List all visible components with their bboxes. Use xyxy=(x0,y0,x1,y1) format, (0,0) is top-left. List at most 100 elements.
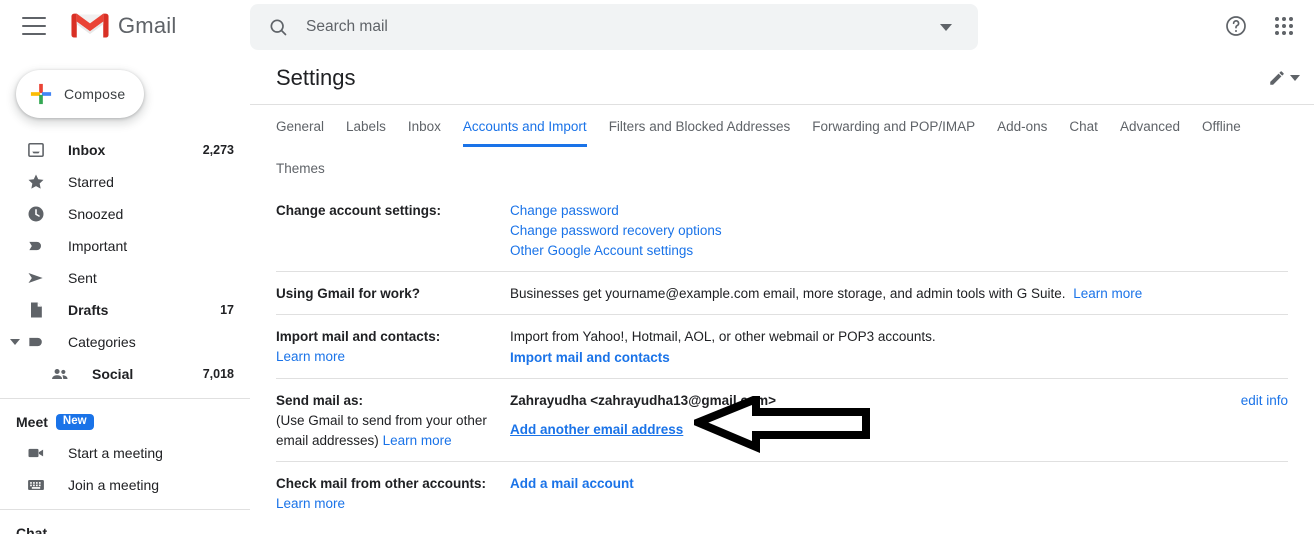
sidebar-divider xyxy=(0,509,250,510)
important-label-icon xyxy=(26,236,46,256)
video-camera-icon xyxy=(26,443,46,463)
app-header: Gmail xyxy=(0,0,1314,52)
change-password-recovery-options-link[interactable]: Change password recovery options xyxy=(510,221,1288,241)
sidebar-nav: Inbox 2,273 Starred Snoozed Important Se… xyxy=(0,134,250,534)
learn-more-link[interactable]: Learn more xyxy=(276,347,345,367)
compose-label: Compose xyxy=(64,86,126,102)
tab-accounts-and-import[interactable]: Accounts and Import xyxy=(462,105,587,147)
header-actions xyxy=(1220,10,1300,42)
meet-section-header: Meet New xyxy=(0,407,250,437)
sidebar-item-count: 17 xyxy=(220,303,234,317)
tab-forwarding-and-pop-imap[interactable]: Forwarding and POP/IMAP xyxy=(812,105,975,147)
row-label: Import mail and contacts: Learn more xyxy=(276,327,510,368)
tab-advanced[interactable]: Advanced xyxy=(1120,105,1180,147)
pencil-edit-icon[interactable] xyxy=(1268,69,1286,87)
sidebar-item-label: Starred xyxy=(68,174,114,190)
sidebar-item-important[interactable]: Important xyxy=(0,230,250,262)
send-icon xyxy=(26,268,46,288)
row-content: Businesses get yourname@example.com emai… xyxy=(510,284,1288,304)
sidebar-item-count: 7,018 xyxy=(202,367,234,381)
tab-filters-and-blocked-addresses[interactable]: Filters and Blocked Addresses xyxy=(609,105,791,147)
sidebar-item-label: Sent xyxy=(68,270,97,286)
sidebar-item-social[interactable]: Social 7,018 xyxy=(0,358,250,390)
sidebar-item-categories[interactable]: Categories xyxy=(0,326,250,358)
sidebar: Compose Inbox 2,273 Starred Snoozed Impo… xyxy=(0,52,250,534)
plus-icon xyxy=(30,83,52,105)
import-mail-and-contacts-link[interactable]: Import mail and contacts xyxy=(510,348,1288,368)
sidebar-item-join-a-meeting[interactable]: Join a meeting xyxy=(0,469,250,501)
sidebar-item-inbox[interactable]: Inbox 2,273 xyxy=(0,134,250,166)
row-change-account-settings: Change account settings: Change password… xyxy=(276,189,1288,271)
row-label-text: Check mail from other accounts: xyxy=(276,476,487,491)
sidebar-item-label: Social xyxy=(92,366,134,382)
compose-button[interactable]: Compose xyxy=(16,70,144,118)
tab-inbox[interactable]: Inbox xyxy=(408,105,441,147)
sidebar-item-sent[interactable]: Sent xyxy=(0,262,250,294)
row-label: Change account settings: xyxy=(276,201,510,261)
sidebar-item-label: Drafts xyxy=(68,302,109,318)
chat-title: Chat xyxy=(16,525,48,534)
brand-name: Gmail xyxy=(118,13,177,38)
search-input[interactable] xyxy=(306,18,940,36)
row-content: Change password Change password recovery… xyxy=(510,201,1288,261)
settings-rows: Change account settings: Change password… xyxy=(250,189,1314,524)
settings-title-row: Settings xyxy=(250,52,1314,104)
add-a-mail-account-link[interactable]: Add a mail account xyxy=(510,474,634,494)
change-password-link[interactable]: Change password xyxy=(510,201,1288,221)
gmail-logo-icon xyxy=(71,13,109,38)
tab-themes[interactable]: Themes xyxy=(276,147,325,189)
keyboard-icon xyxy=(26,475,46,495)
help-circle-icon[interactable] xyxy=(1220,10,1252,42)
import-mail-description: Import from Yahoo!, Hotmail, AOL, or oth… xyxy=(510,329,936,344)
settings-tabs: General Labels Inbox Accounts and Import… xyxy=(250,104,1314,189)
sidebar-item-label: Join a meeting xyxy=(68,477,160,493)
sidebar-item-label: Inbox xyxy=(68,142,106,158)
row-label-text: Import mail and contacts: xyxy=(276,329,441,344)
sidebar-item-start-a-meeting[interactable]: Start a meeting xyxy=(0,437,250,469)
search-options-chevron-down-icon[interactable] xyxy=(940,23,952,31)
edit-info-link[interactable]: edit info xyxy=(1241,391,1288,411)
send-mail-as-address: Zahrayudha <zahrayudha13@gmail.com> xyxy=(510,393,777,408)
row-send-mail-as: Send mail as: (Use Gmail to send from yo… xyxy=(276,378,1288,461)
sidebar-item-label: Start a meeting xyxy=(68,445,163,461)
learn-more-link[interactable]: Learn more xyxy=(276,494,345,514)
row-content: Zahrayudha <zahrayudha13@gmail.com> Add … xyxy=(510,391,1288,451)
send-mail-as-note: (Use Gmail to send from your other email… xyxy=(276,413,487,448)
star-icon xyxy=(26,172,46,192)
status-badge: New xyxy=(55,413,94,431)
sidebar-item-label: Categories xyxy=(68,334,136,350)
sidebar-item-count: 2,273 xyxy=(202,143,234,157)
tab-general[interactable]: General xyxy=(276,105,324,147)
chevron-down-icon[interactable] xyxy=(10,339,20,345)
google-apps-grid-icon[interactable] xyxy=(1268,10,1300,42)
tab-chat[interactable]: Chat xyxy=(1069,105,1098,147)
hamburger-menu-icon[interactable] xyxy=(22,17,46,35)
chevron-down-icon[interactable] xyxy=(1290,75,1300,81)
tab-offline[interactable]: Offline xyxy=(1202,105,1241,147)
row-label-text: Send mail as: xyxy=(276,393,364,408)
sidebar-item-snoozed[interactable]: Snoozed xyxy=(0,198,250,230)
row-label: Check mail from other accounts: Learn mo… xyxy=(276,474,510,514)
sidebar-item-drafts[interactable]: Drafts 17 xyxy=(0,294,250,326)
row-import-mail-and-contacts: Import mail and contacts: Learn more Imp… xyxy=(276,314,1288,378)
learn-more-link[interactable]: Learn more xyxy=(383,431,452,451)
other-google-account-settings-link[interactable]: Other Google Account settings xyxy=(510,241,1288,261)
gmail-for-work-text: Businesses get yourname@example.com emai… xyxy=(510,286,1066,301)
tab-labels[interactable]: Labels xyxy=(346,105,386,147)
people-icon xyxy=(50,364,70,384)
draft-document-icon xyxy=(26,300,46,320)
sidebar-item-label: Important xyxy=(68,238,128,254)
add-another-email-address-link[interactable]: Add another email address xyxy=(510,420,1288,440)
learn-more-link[interactable]: Learn more xyxy=(1073,284,1142,304)
meet-title: Meet xyxy=(16,414,48,430)
search-bar[interactable] xyxy=(250,4,978,50)
sidebar-item-starred[interactable]: Starred xyxy=(0,166,250,198)
row-content: Import from Yahoo!, Hotmail, AOL, or oth… xyxy=(510,327,1288,368)
inbox-icon xyxy=(26,140,46,160)
tab-add-ons[interactable]: Add-ons xyxy=(997,105,1047,147)
row-check-mail-from-other-accounts: Check mail from other accounts: Learn mo… xyxy=(276,461,1288,524)
clock-icon xyxy=(26,204,46,224)
sidebar-item-label: Snoozed xyxy=(68,206,124,222)
settings-main: Settings General Labels Inbox Accounts a… xyxy=(250,52,1314,534)
row-label-text: Using Gmail for work? xyxy=(276,286,421,301)
